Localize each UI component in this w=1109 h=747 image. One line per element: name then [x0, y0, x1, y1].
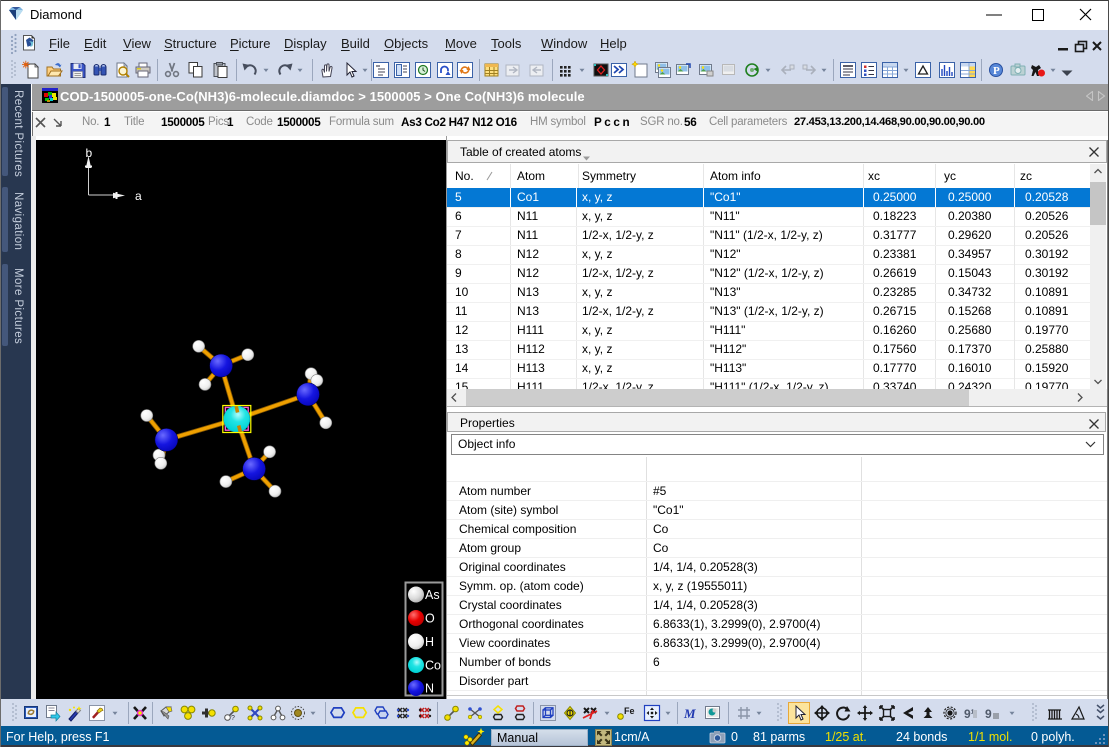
svg-text:M: M [683, 706, 696, 721]
svg-text:b: b [86, 146, 93, 160]
svg-text:N: N [425, 682, 434, 696]
svg-text:?: ? [231, 715, 235, 722]
svg-text:O: O [425, 612, 435, 626]
svg-text:a: a [135, 189, 142, 203]
svg-text:Co: Co [425, 659, 441, 673]
svg-text:P: P [993, 65, 1000, 77]
svg-text:H: H [425, 635, 434, 649]
svg-text:Fe: Fe [624, 706, 635, 716]
svg-text:As: As [425, 588, 440, 602]
svg-text:9: 9 [985, 707, 992, 721]
